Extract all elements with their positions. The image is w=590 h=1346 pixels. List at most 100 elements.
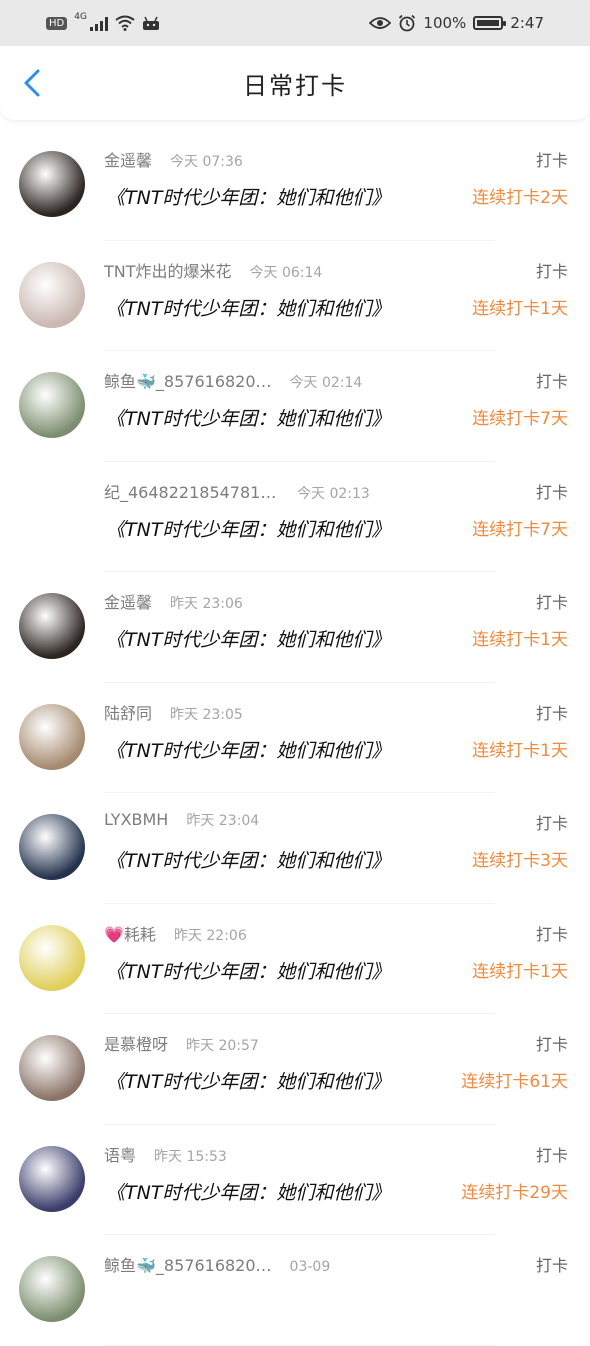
- avatar[interactable]: [19, 261, 85, 328]
- signal-icon: [89, 15, 108, 31]
- post-time: 今天 06:14: [249, 264, 323, 281]
- checkin-tag: 打卡: [535, 593, 568, 612]
- checkin-list: 金遥馨 今天 07:36 打卡 《TNT时代少年团：她们和他们》 连续打卡2天 TNT炸出…: [0, 130, 590, 1346]
- list-item[interactable]: 陆舒同 昨天 23:05 打卡《TNT时代少年团：她们和他们》 连续打卡1天: [0, 683, 590, 794]
- checkin-tag: 打卡: [535, 924, 568, 944]
- user-name[interactable]: 语粤: [104, 1142, 136, 1166]
- user-name[interactable]: 纪_464822185478135…: [104, 479, 279, 503]
- entry-meta: 陆舒同 昨天 23:05: [104, 700, 243, 724]
- avatar[interactable]: [19, 703, 85, 770]
- entry-meta: 是慕橙呀 昨天 20:57: [104, 1031, 259, 1055]
- checkin-subject[interactable]: 《TNT时代少年团：她们和他们》: [106, 957, 390, 984]
- checkin-subject[interactable]: 《TNT时代少年团：她们和他们》: [106, 846, 390, 873]
- user-name[interactable]: TNT炸出的爆米花: [104, 258, 232, 282]
- battery-percent: 100%: [423, 14, 467, 32]
- checkin-subject[interactable]: 《TNT时代少年团：她们和他们》: [106, 183, 390, 210]
- user-name[interactable]: 鲸鱼🐳_857616820…: [104, 368, 272, 392]
- streak-count: 连续打卡1天: [472, 961, 568, 982]
- checkin-tag: 打卡: [535, 151, 568, 170]
- user-name[interactable]: 💗耗耗: [104, 921, 156, 945]
- avatar[interactable]: [19, 593, 85, 659]
- status-bar: HD 4G 100% 2:47: [0, 0, 590, 46]
- entry-meta: 金遥馨 昨天 23:06: [104, 589, 243, 613]
- checkin-tag: 打卡: [535, 261, 568, 281]
- streak-count: 连续打卡29天: [461, 1182, 568, 1203]
- checkin-subject[interactable]: 《TNT时代少年团：她们和他们》: [106, 515, 390, 542]
- entry-meta: 纪_464822185478135… 今天 02:13: [104, 479, 370, 503]
- user-name[interactable]: 陆舒同: [104, 700, 152, 724]
- checkin-tag: 打卡: [535, 1035, 568, 1054]
- streak-count: 连续打卡7天: [472, 519, 568, 540]
- checkin-tag: 打卡: [535, 814, 568, 833]
- user-name[interactable]: LYXBMH: [104, 810, 168, 829]
- list-item[interactable]: 鲸鱼🐳_857616820… 今天 02:14 打卡《TNT时代少年团：她们和他们》…: [0, 351, 590, 462]
- post-time: 今天 07:36: [170, 154, 243, 170]
- checkin-tag: 打卡: [535, 703, 568, 723]
- list-item[interactable]: 鲸鱼🐳_857616820… 03-09 打卡: [0, 1235, 590, 1346]
- avatar[interactable]: [19, 372, 85, 438]
- avatar[interactable]: [19, 151, 85, 217]
- streak-count: 连续打卡2天: [472, 188, 568, 208]
- page-title: 日常打卡: [243, 71, 347, 100]
- avatar[interactable]: [19, 1145, 85, 1212]
- network-type: 4G: [74, 12, 87, 22]
- list-item[interactable]: LYXBMH 昨天 23:04 打卡《TNT时代少年团：她们和他们》 连续打卡3天: [0, 793, 590, 904]
- post-time: 昨天 23:04: [186, 813, 260, 829]
- user-name[interactable]: 金遥馨: [104, 147, 152, 171]
- entry-meta: 金遥馨 今天 07:36: [104, 147, 243, 171]
- streak-count: 连续打卡1天: [472, 740, 568, 761]
- post-time: 昨天 20:57: [186, 1038, 259, 1054]
- list-item[interactable]: 是慕橙呀 昨天 20:57 打卡《TNT时代少年团：她们和他们》 连续打卡61天: [0, 1014, 590, 1125]
- post-time: 昨天 23:05: [170, 706, 243, 723]
- android-icon: [142, 16, 159, 30]
- nav-header: 日常打卡: [0, 46, 590, 120]
- list-item[interactable]: 💗耗耗 昨天 22:06 打卡《TNT时代少年团：她们和他们》 连续打卡1天: [0, 904, 590, 1015]
- post-time: 昨天 15:53: [154, 1148, 227, 1165]
- checkin-subject[interactable]: 《TNT时代少年团：她们和他们》: [106, 1178, 390, 1205]
- hd-badge: HD: [46, 16, 68, 30]
- list-item[interactable]: 金遥馨 昨天 23:06 打卡《TNT时代少年团：她们和他们》 连续打卡1天: [0, 572, 590, 683]
- back-arrow-icon[interactable]: [18, 68, 48, 98]
- entry-meta: 鲸鱼🐳_857616820… 03-09: [104, 1252, 330, 1276]
- streak-count: 连续打卡3天: [472, 851, 568, 871]
- entry-meta: 💗耗耗 昨天 22:06: [104, 921, 247, 945]
- checkin-subject[interactable]: 《TNT时代少年团：她们和他们》: [106, 625, 390, 652]
- avatar[interactable]: [19, 924, 85, 991]
- checkin-subject[interactable]: 《TNT时代少年团：她们和他们》: [106, 404, 390, 431]
- post-time: 今天 02:13: [297, 485, 370, 502]
- streak-count: 连续打卡1天: [472, 298, 568, 319]
- checkin-subject[interactable]: 《TNT时代少年团：她们和他们》: [106, 1067, 390, 1094]
- streak-count: 连续打卡7天: [472, 409, 568, 429]
- checkin-subject[interactable]: 《TNT时代少年团：她们和他们》: [106, 294, 390, 321]
- post-time: 昨天 23:06: [170, 596, 243, 612]
- post-time: 昨天 22:06: [173, 927, 247, 944]
- status-right: 100% 2:47: [369, 14, 544, 32]
- entry-meta: TNT炸出的爆米花 今天 06:14: [104, 258, 322, 282]
- entry-meta: LYXBMH 昨天 23:04: [104, 810, 259, 830]
- clock: 2:47: [510, 14, 544, 32]
- list-item[interactable]: TNT炸出的爆米花 今天 06:14 打卡《TNT时代少年团：她们和他们》 连续打卡1…: [0, 241, 590, 352]
- user-name[interactable]: 金遥馨: [104, 589, 152, 613]
- avatar[interactable]: [19, 482, 85, 549]
- post-time: 今天 02:14: [289, 375, 363, 391]
- checkin-tag: 打卡: [535, 1145, 568, 1165]
- user-name[interactable]: 鲸鱼🐳_857616820…: [104, 1252, 272, 1276]
- list-item[interactable]: 语粤 昨天 15:53 打卡《TNT时代少年团：她们和他们》 连续打卡29天: [0, 1125, 590, 1236]
- battery-icon: [473, 16, 507, 30]
- streak-count: 连续打卡61天: [461, 1072, 568, 1092]
- checkin-tag: 打卡: [535, 372, 568, 391]
- entry-meta: 鲸鱼🐳_857616820… 今天 02:14: [104, 368, 362, 392]
- list-item[interactable]: 纪_464822185478135… 今天 02:13 打卡《TNT时代少年团：她们…: [0, 462, 590, 573]
- entry-meta: 语粤 昨天 15:53: [104, 1142, 227, 1166]
- user-name[interactable]: 是慕橙呀: [104, 1031, 168, 1055]
- streak-count: 连续打卡1天: [472, 630, 568, 650]
- checkin-tag: 打卡: [535, 482, 568, 502]
- list-item[interactable]: 金遥馨 今天 07:36 打卡《TNT时代少年团：她们和他们》 连续打卡2天: [0, 130, 590, 241]
- checkin-subject[interactable]: 《TNT时代少年团：她们和他们》: [106, 736, 390, 763]
- avatar[interactable]: [19, 1256, 85, 1322]
- wifi-icon: [115, 15, 135, 31]
- avatar[interactable]: [19, 814, 85, 880]
- status-left: HD 4G: [46, 12, 160, 31]
- alarm-icon: [399, 14, 416, 32]
- avatar[interactable]: [19, 1035, 85, 1101]
